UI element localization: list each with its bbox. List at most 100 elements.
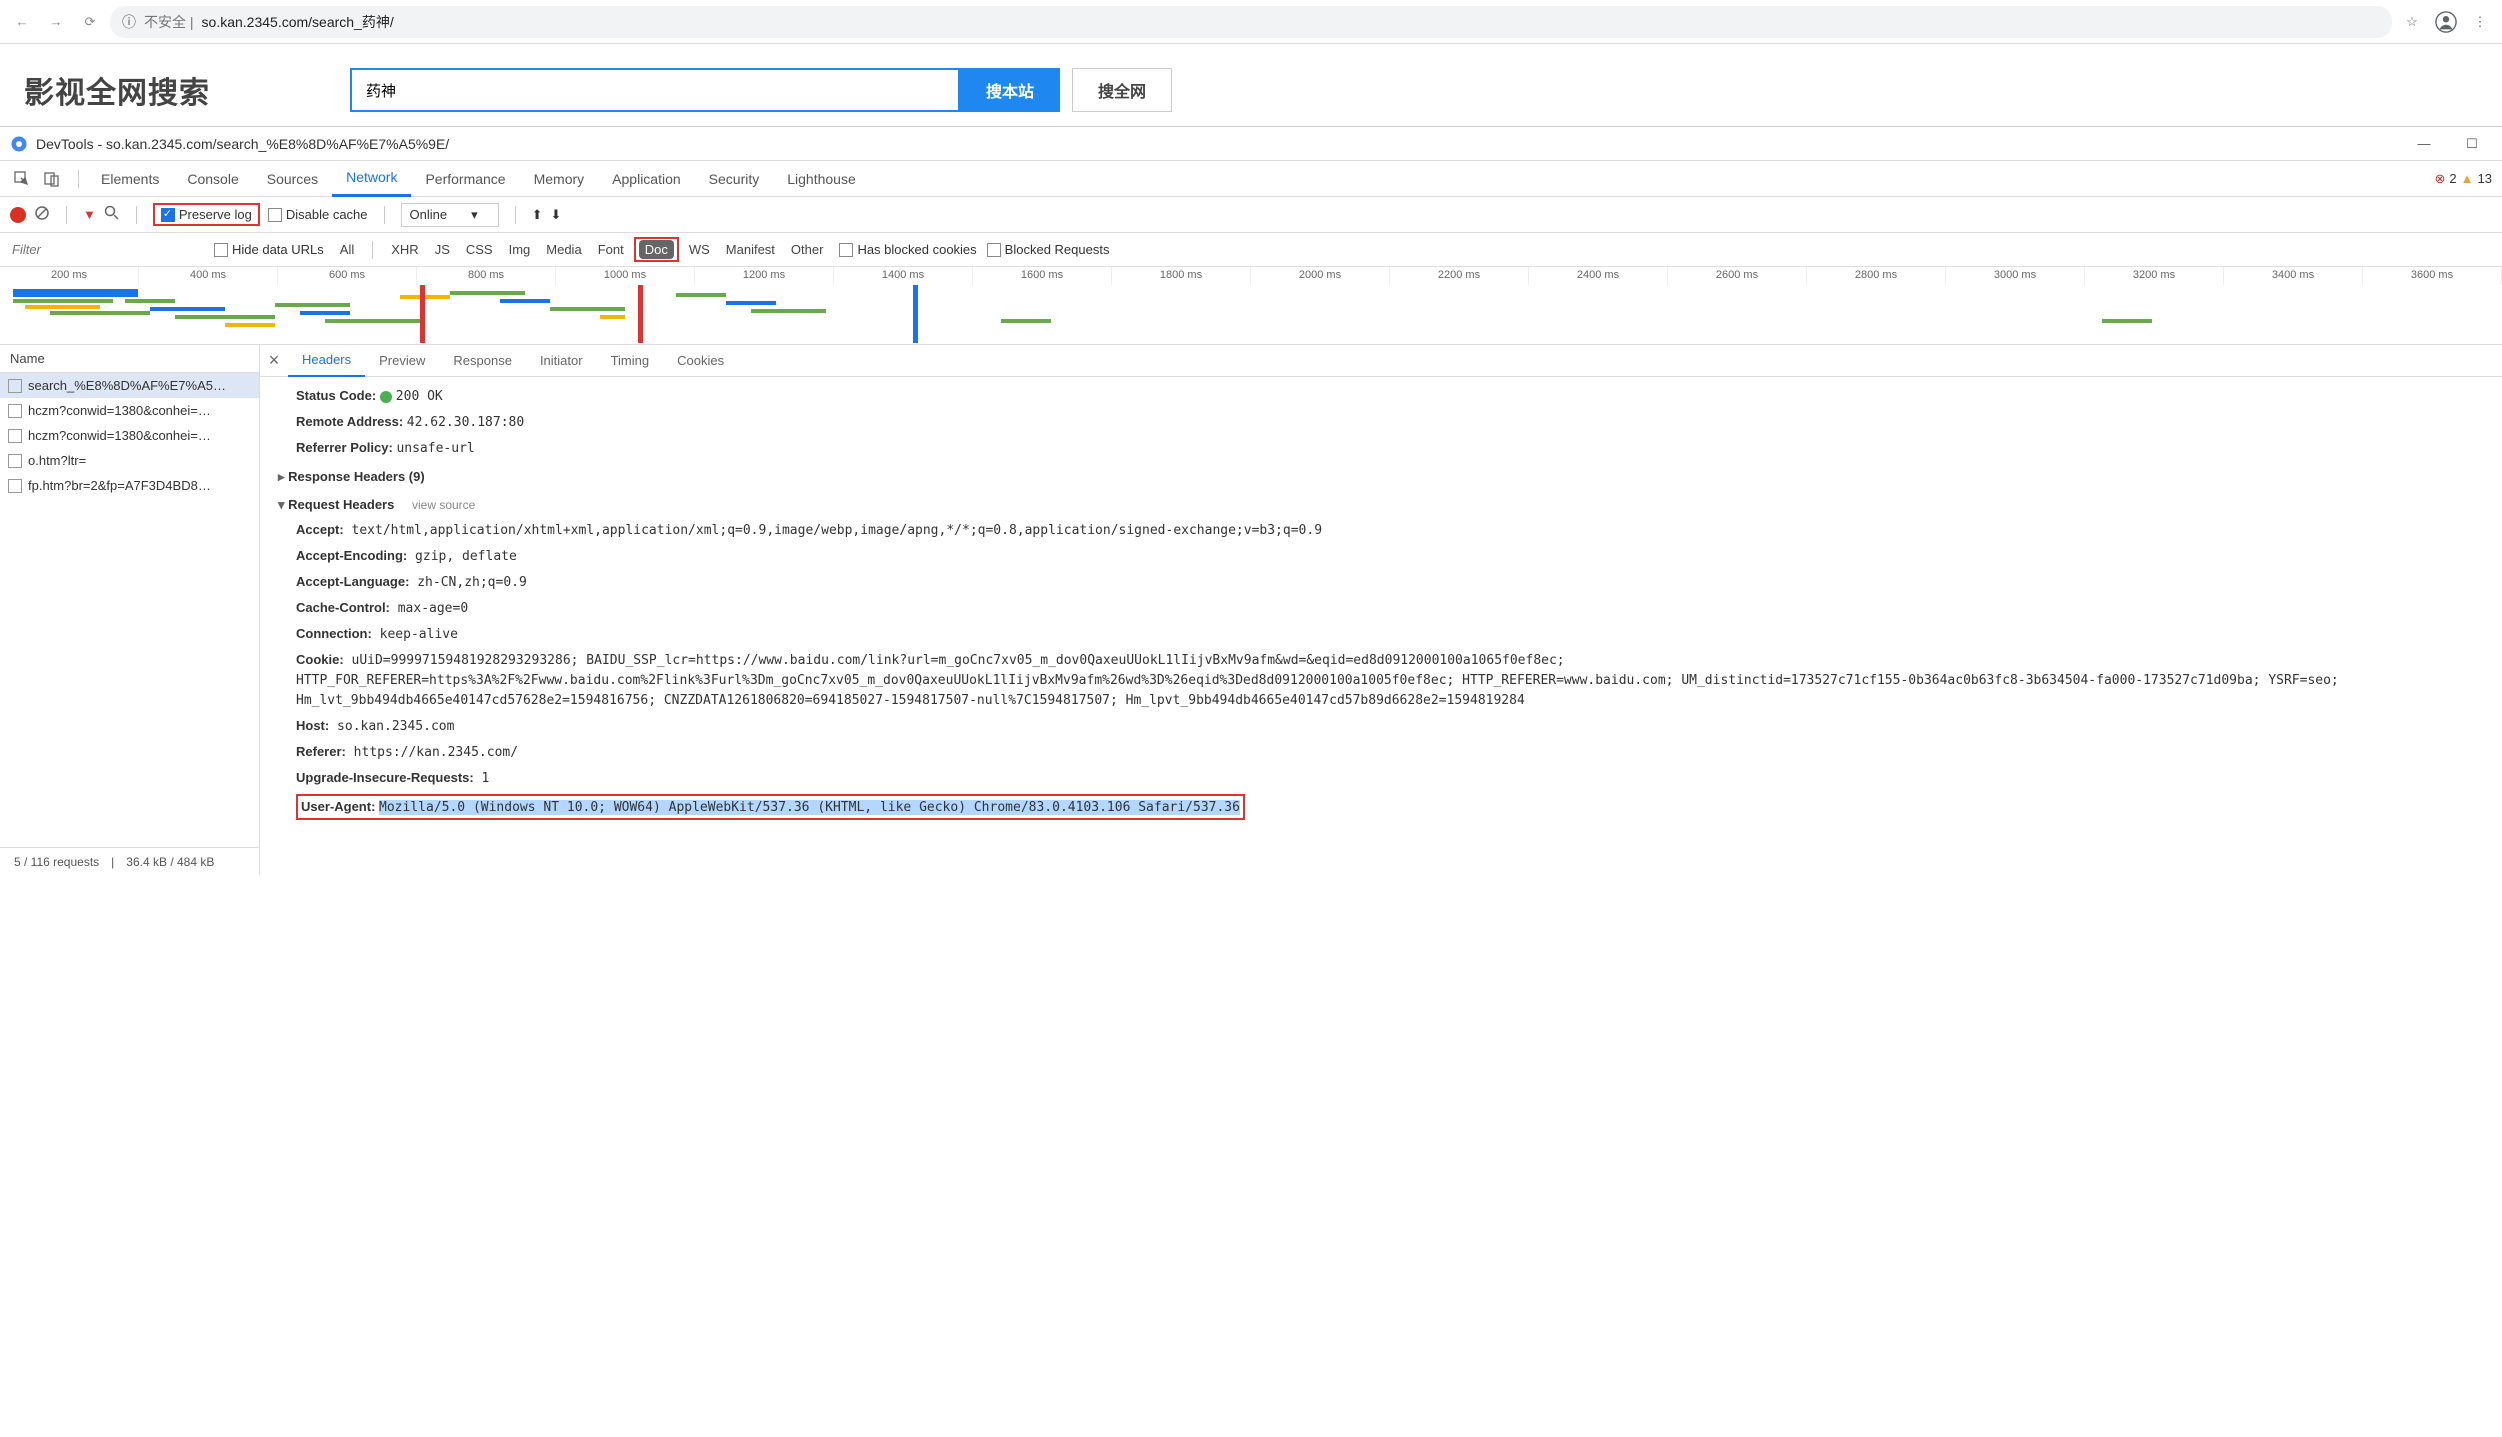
has-blocked-cookies-checkbox[interactable]: Has blocked cookies xyxy=(839,242,976,257)
checkbox-icon xyxy=(268,208,282,222)
request-row[interactable]: search_%E8%8D%AF%E7%A5… xyxy=(0,373,259,398)
tab-sources[interactable]: Sources xyxy=(253,161,332,197)
clear-button[interactable] xyxy=(34,205,50,224)
throttling-select[interactable]: Online ▾ xyxy=(401,203,499,227)
reload-button[interactable]: ⟳ xyxy=(76,8,104,36)
header-val: 1 xyxy=(474,771,490,786)
checkbox-icon xyxy=(839,243,853,257)
chevron-down-icon: ▾ xyxy=(471,207,478,223)
record-button[interactable] xyxy=(10,207,26,223)
filter-bar: Hide data URLs All XHR JSCSSImgMedia Font Do… xyxy=(0,233,2502,267)
request-row[interactable]: fp.htm?br=2&fp=A7F3D4BD8… xyxy=(0,473,259,498)
tab-security[interactable]: Security xyxy=(695,161,774,197)
detail-tab-initiator[interactable]: Initiator xyxy=(526,345,597,377)
header-val: zh-CN,zh;q=0.9 xyxy=(409,575,526,590)
tab-network[interactable]: Network xyxy=(332,161,411,197)
name-column-header[interactable]: Name xyxy=(0,345,259,373)
request-name: hczm?conwid=1380&conhei=… xyxy=(28,403,211,418)
network-body: Name search_%E8%8D%AF%E7%A5… hczm?conwid=… xyxy=(0,345,2502,875)
filter-type-other[interactable]: Other xyxy=(785,240,830,259)
preserve-log-checkbox[interactable]: Preserve log xyxy=(153,203,260,226)
search-local-button[interactable]: 搜本站 xyxy=(960,68,1060,112)
device-icon[interactable] xyxy=(40,167,64,191)
disable-cache-checkbox[interactable]: Disable cache xyxy=(268,207,368,222)
tab-performance[interactable]: Performance xyxy=(411,161,519,197)
request-row[interactable]: hczm?conwid=1380&conhei=… xyxy=(0,398,259,423)
detail-tab-preview[interactable]: Preview xyxy=(365,345,439,377)
close-details-button[interactable]: × xyxy=(260,350,288,371)
chrome-menu-icon[interactable]: ⋮ xyxy=(2466,8,2494,36)
remote-address-key: Remote Address: xyxy=(296,414,403,429)
filter-type-media[interactable]: Media xyxy=(540,240,587,259)
filter-type-font[interactable]: Font xyxy=(592,240,630,259)
header-key: Accept-Encoding: xyxy=(296,548,407,563)
profile-icon[interactable] xyxy=(2432,8,2460,36)
detail-tab-timing[interactable]: Timing xyxy=(597,345,664,377)
page-header: 影视全网搜索 搜本站 搜全网 xyxy=(0,44,2502,126)
bookmark-icon[interactable]: ☆ xyxy=(2398,8,2426,36)
tab-memory[interactable]: Memory xyxy=(520,161,599,197)
filter-type-all[interactable]: All xyxy=(334,240,360,259)
network-timeline[interactable]: 200 ms400 ms600 ms800 ms1000 ms1200 ms14… xyxy=(0,267,2502,345)
tab-application[interactable]: Application xyxy=(598,161,695,197)
detail-tab-cookies[interactable]: Cookies xyxy=(663,345,738,377)
status-code-val: 200 OK xyxy=(396,389,443,404)
forward-button[interactable]: → xyxy=(42,8,70,36)
filter-type-xhr[interactable]: XHR xyxy=(385,240,424,259)
hide-data-urls-checkbox[interactable]: Hide data URLs xyxy=(214,242,324,257)
issues-summary[interactable]: ⊗2 ▲13 xyxy=(2435,171,2492,187)
header-key: Upgrade-Insecure-Requests: xyxy=(296,770,474,785)
disable-cache-label: Disable cache xyxy=(286,207,368,222)
maximize-button[interactable]: ☐ xyxy=(2452,132,2492,156)
minimize-button[interactable]: — xyxy=(2404,132,2444,156)
separator xyxy=(66,206,67,224)
timeline-tick: 1200 ms xyxy=(695,267,834,285)
timeline-tick: 1600 ms xyxy=(973,267,1112,285)
view-source-link[interactable]: view source xyxy=(412,498,475,512)
timeline-tick: 200 ms xyxy=(0,267,139,285)
hide-data-urls-label: Hide data URLs xyxy=(232,242,324,257)
tab-console[interactable]: Console xyxy=(173,161,252,197)
filter-type-css[interactable]: CSS xyxy=(460,240,499,259)
request-row[interactable]: hczm?conwid=1380&conhei=… xyxy=(0,423,259,448)
request-headers-section[interactable]: Request Headers view source xyxy=(278,489,2484,517)
url-bar[interactable]: ⓘ 不安全 | so.kan.2345.com/search_药神/ xyxy=(110,6,2392,38)
search-global-button[interactable]: 搜全网 xyxy=(1072,68,1172,112)
request-list: Name search_%E8%8D%AF%E7%A5… hczm?conwid=… xyxy=(0,345,260,875)
devtools-titlebar: DevTools - so.kan.2345.com/search_%E8%8D… xyxy=(0,127,2502,161)
request-row[interactable]: o.htm?ltr= xyxy=(0,448,259,473)
header-val: https://kan.2345.com/ xyxy=(346,745,518,760)
filter-input[interactable] xyxy=(10,240,204,259)
status-bar: 5 / 116 requests | 36.4 kB / 484 kB xyxy=(0,847,259,875)
filter-type-doc[interactable]: Doc xyxy=(639,240,674,259)
search-input[interactable] xyxy=(350,68,960,112)
upload-har-icon[interactable]: ⬆ xyxy=(532,207,543,223)
checkbox-icon xyxy=(987,243,1001,257)
header-row: Cookie: uUiD=9999715948192829329328​6; B… xyxy=(278,647,2484,713)
filter-type-manifest[interactable]: Manifest xyxy=(720,240,781,259)
search-icon[interactable] xyxy=(104,205,120,224)
document-icon xyxy=(8,479,22,493)
response-headers-section[interactable]: Response Headers (9) xyxy=(278,461,2484,489)
filter-type-img[interactable]: Img xyxy=(503,240,537,259)
request-name: fp.htm?br=2&fp=A7F3D4BD8… xyxy=(28,478,211,493)
chrome-icon xyxy=(10,135,28,153)
tab-lighthouse[interactable]: Lighthouse xyxy=(773,161,870,197)
timeline-tick: 400 ms xyxy=(139,267,278,285)
tab-elements[interactable]: Elements xyxy=(87,161,173,197)
info-icon: ⓘ xyxy=(122,12,136,32)
has-blocked-label: Has blocked cookies xyxy=(857,242,976,257)
filter-icon[interactable]: ▼ xyxy=(83,207,96,222)
header-val: max-age=0 xyxy=(390,601,468,616)
filter-type-ws[interactable]: WS xyxy=(683,240,716,259)
download-har-icon[interactable]: ⬇ xyxy=(551,207,562,223)
filter-type-js[interactable]: JS xyxy=(429,240,456,259)
timeline-tick: 2800 ms xyxy=(1807,267,1946,285)
user-agent-val: Mozilla/5.0 (Windows NT 10.0; WOW64) App… xyxy=(379,800,1240,815)
detail-tab-headers[interactable]: Headers xyxy=(288,345,365,377)
inspect-icon[interactable] xyxy=(10,167,34,191)
back-button[interactable]: ← xyxy=(8,8,36,36)
timeline-tick: 1400 ms xyxy=(834,267,973,285)
detail-tab-response[interactable]: Response xyxy=(439,345,526,377)
blocked-requests-checkbox[interactable]: Blocked Requests xyxy=(987,242,1110,257)
